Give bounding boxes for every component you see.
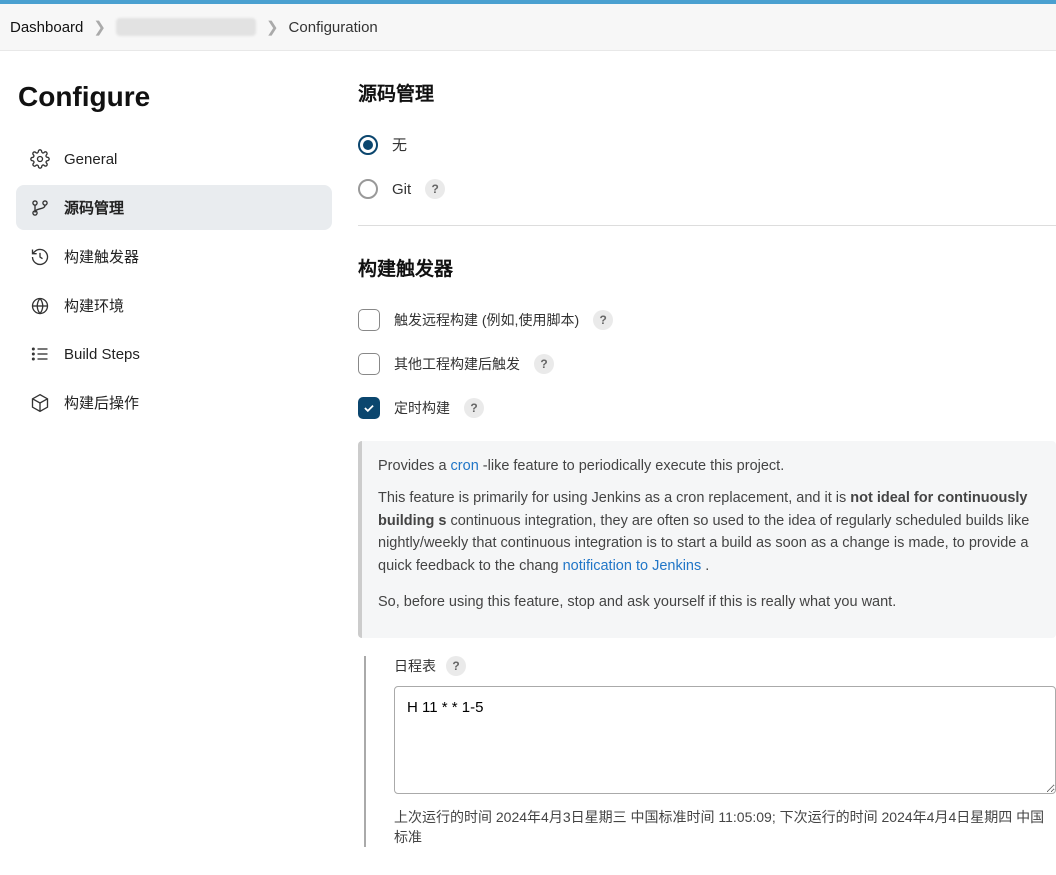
schedule-note: 上次运行的时间 2024年4月3日星期三 中国标准时间 11:05:09; 下次…: [394, 807, 1056, 847]
radio-git[interactable]: [358, 179, 378, 199]
sidebar-item-label: 构建后操作: [64, 392, 139, 413]
section-triggers: 构建触发器 触发远程构建 (例如,使用脚本) ? 其他工程构建后触发 ? 定时构…: [358, 254, 1056, 847]
branch-icon: [30, 198, 50, 218]
checkbox-remote[interactable]: [358, 309, 380, 331]
divider: [358, 225, 1056, 226]
help-icon[interactable]: ?: [425, 179, 445, 199]
section-scm: 源码管理 无 Git ?: [358, 79, 1056, 226]
list-icon: [30, 344, 50, 364]
schedule-block: 日程表 ? 上次运行的时间 2024年4月3日星期三 中国标准时间 11:05:…: [364, 656, 1056, 847]
checkbox-label: 其他工程构建后触发: [394, 354, 520, 374]
help-icon[interactable]: ?: [446, 656, 466, 676]
chevron-right-icon: ❯: [266, 18, 279, 36]
sidebar-item-general[interactable]: General: [16, 137, 332, 181]
checkbox-label: 触发远程构建 (例如,使用脚本): [394, 310, 579, 330]
section-title-scm: 源码管理: [358, 79, 1056, 106]
sidebar-item-label: 构建触发器: [64, 246, 139, 267]
help-icon[interactable]: ?: [534, 354, 554, 374]
package-icon: [30, 393, 50, 413]
notification-link[interactable]: notification to Jenkins: [563, 558, 702, 574]
radio-label: Git: [392, 181, 411, 198]
checkbox-after-other[interactable]: [358, 353, 380, 375]
checkbox-label: 定时构建: [394, 398, 450, 418]
radio-label: 无: [392, 134, 407, 155]
schedule-label: 日程表: [394, 656, 436, 676]
check-row-scheduled: 定时构建 ?: [358, 391, 1056, 425]
sidebar-item-post-build[interactable]: 构建后操作: [16, 380, 332, 425]
section-title-triggers: 构建触发器: [358, 254, 1056, 281]
breadcrumb-current: Configuration: [289, 19, 378, 36]
breadcrumb-dashboard[interactable]: Dashboard: [10, 19, 83, 36]
breadcrumb-project[interactable]: ████████: [116, 18, 256, 36]
sidebar-item-label: 源码管理: [64, 197, 124, 218]
check-row-remote: 触发远程构建 (例如,使用脚本) ?: [358, 303, 1056, 337]
sidebar-item-label: 构建环境: [64, 295, 124, 316]
sidebar-item-scm[interactable]: 源码管理: [16, 185, 332, 230]
breadcrumb: Dashboard ❯ ████████ ❯ Configuration: [0, 4, 1056, 51]
globe-icon: [30, 296, 50, 316]
check-row-after-other: 其他工程构建后触发 ?: [358, 347, 1056, 381]
sidebar-item-triggers[interactable]: 构建触发器: [16, 234, 332, 279]
help-icon[interactable]: ?: [593, 310, 613, 330]
gear-icon: [30, 149, 50, 169]
radio-row-none[interactable]: 无: [358, 128, 1056, 161]
history-icon: [30, 247, 50, 267]
help-panel-note: So, before using this feature, stop and …: [378, 591, 1040, 613]
help-icon[interactable]: ?: [464, 398, 484, 418]
cron-link[interactable]: cron: [451, 458, 479, 474]
sidebar-item-label: General: [64, 151, 117, 168]
chevron-right-icon: ❯: [93, 18, 106, 36]
page-title: Configure: [18, 81, 332, 113]
radio-row-git[interactable]: Git ?: [358, 173, 1056, 205]
sidebar-item-build-steps[interactable]: Build Steps: [16, 332, 332, 376]
sidebar-item-env[interactable]: 构建环境: [16, 283, 332, 328]
radio-none[interactable]: [358, 135, 378, 155]
sidebar: Configure General 源码管理 构建触发器: [0, 51, 340, 875]
sidebar-item-label: Build Steps: [64, 346, 140, 363]
help-panel: Provides a cron -like feature to periodi…: [358, 441, 1056, 638]
checkbox-scheduled[interactable]: [358, 397, 380, 419]
schedule-input[interactable]: [394, 686, 1056, 794]
main-content: 源码管理 无 Git ? 构建触发器 触发远程构建 (例如,使用脚本) ?: [340, 51, 1056, 875]
